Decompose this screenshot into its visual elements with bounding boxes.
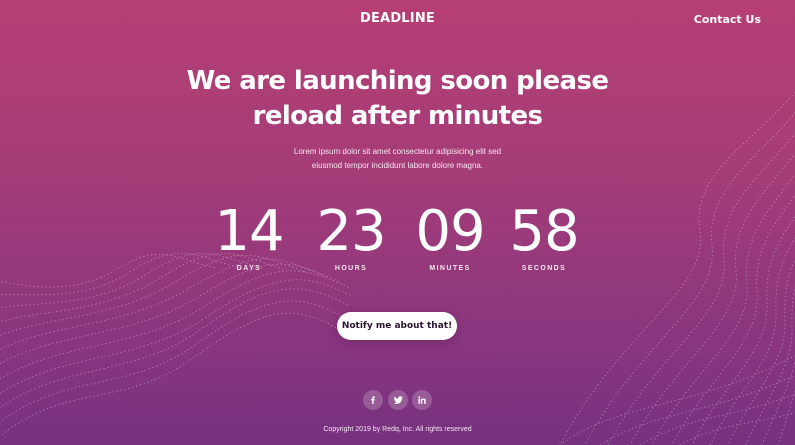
- countdown-hours: 23 HOURS: [311, 199, 391, 273]
- twitter-link[interactable]: [388, 390, 408, 410]
- facebook-icon: [371, 396, 375, 404]
- countdown-seconds: 58 SECONDS: [504, 199, 584, 273]
- countdown-minutes-label: MINUTES: [429, 265, 471, 272]
- countdown-days-label: DAYS: [236, 265, 262, 272]
- page-headline: We are launching soon please reload afte…: [0, 64, 795, 134]
- countdown-hours-label: HOURS: [334, 265, 368, 272]
- contact-us-link[interactable]: Contact Us: [694, 13, 761, 26]
- countdown-days: 14 DAYS: [210, 199, 288, 273]
- countdown-days-value: 14: [214, 199, 284, 264]
- countdown-seconds-value: 58: [509, 199, 579, 264]
- copyright-text: Copyright 2019 by Redq, Inc. All rights …: [323, 426, 472, 433]
- countdown-seconds-label: SECONDS: [521, 265, 567, 272]
- coming-soon-page: DEADLINE Contact Us We are launching soo…: [0, 0, 795, 445]
- headline-line-2: reload after minutes: [252, 101, 543, 131]
- notify-me-button[interactable]: Notify me about that!: [337, 312, 457, 340]
- countdown-minutes-value: 09: [415, 199, 485, 264]
- countdown-hours-value: 23: [316, 199, 386, 264]
- facebook-link[interactable]: [363, 390, 383, 410]
- twitter-icon: [393, 396, 403, 404]
- subtext-line-2: eiusmod tempor incididunt labore dolore …: [311, 161, 484, 170]
- headline-line-1: We are launching soon please: [186, 66, 609, 96]
- linkedin-icon: [418, 396, 426, 404]
- countdown-minutes: 09 MINUTES: [411, 199, 489, 273]
- brand-logo: DEADLINE: [359, 11, 435, 26]
- linkedin-link[interactable]: [412, 390, 432, 410]
- hero-subtext: Lorem ipsum dolor sit amet consectetur a…: [0, 145, 795, 173]
- subtext-line-1: Lorem ipsum dolor sit amet consectetur a…: [293, 147, 502, 156]
